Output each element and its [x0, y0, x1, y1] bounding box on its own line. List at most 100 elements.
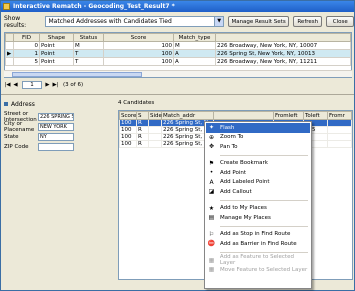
menu-separator — [220, 152, 308, 156]
menu-item-pan-to[interactable]: ✥ Pan To — [206, 142, 310, 152]
add-labeled-point-icon: A — [209, 178, 214, 186]
title-bar[interactable]: Interactive Rematch - Geocoding_Test_Res… — [1, 1, 354, 12]
table-row[interactable]: 0 Point M 100 M 226 Broadway, New York, … — [5, 41, 351, 50]
s-cell: R — [136, 126, 149, 134]
fid-cell: 1 — [13, 49, 40, 58]
manage-result-sets-button[interactable]: Manage Result Sets — [228, 16, 290, 27]
interactive-rematch-window: Interactive Rematch - Geocoding_Test_Res… — [0, 0, 355, 291]
menu-item-move-feature-to-selected-layer: ▦ Move Feature to Selected Layer — [206, 265, 310, 275]
table-row[interactable]: 5 Point T 100 A 226 Broadway, New York, … — [5, 57, 351, 66]
menu-item-label: Zoom To — [220, 134, 244, 141]
menu-item-add-as-stop-in-find-route[interactable]: ⚐ Add as Stop in Find Route — [206, 230, 310, 240]
splitter[interactable] — [1, 94, 354, 96]
context-menu: ✦ Flash ⊕ Zoom To ✥ Pan To ⚑ Create Bookmark • Ad… — [204, 121, 312, 289]
previous-record-icon[interactable]: ◀ — [12, 81, 19, 89]
flash-icon: ✦ — [208, 124, 215, 132]
menu-item-add-point[interactable]: • Add Point — [206, 168, 310, 178]
fromr-cell — [327, 133, 352, 141]
status-cell: T — [73, 57, 104, 66]
score-cell: 100 — [103, 41, 174, 50]
first-record-icon[interactable]: |◀ — [4, 81, 11, 89]
column-header[interactable]: S — [136, 111, 149, 120]
address-field-row: City or Placename NEW YORK — [4, 121, 109, 133]
match-type-cell: M — [173, 41, 216, 50]
column-header[interactable]: Fromr — [327, 111, 352, 120]
s-cell: R — [136, 140, 149, 148]
column-header[interactable]: Match_addr — [161, 111, 214, 120]
score-cell: 100 — [103, 49, 174, 58]
address-header: Address — [4, 100, 109, 108]
last-record-icon[interactable]: ▶| — [52, 81, 59, 89]
menu-item-add-callout[interactable]: ◪ Add Callout — [206, 187, 310, 197]
column-header[interactable]: FID — [13, 33, 40, 42]
menu-item-label: Add as Feature to Selected Layer — [219, 254, 294, 267]
menu-item-flash[interactable]: ✦ Flash — [206, 123, 310, 133]
menu-item-label: Create Bookmark — [220, 160, 268, 167]
menu-item-label: Add Labeled Point — [220, 179, 270, 186]
menu-item-add-labeled-point[interactable]: A Add Labeled Point — [206, 178, 310, 188]
column-header[interactable]: Toleft — [303, 111, 328, 120]
state-input[interactable]: NY — [38, 133, 74, 141]
menu-item-label: Add as Barrier in Find Route — [220, 240, 297, 247]
street-input[interactable]: 226 SPRING ST — [38, 113, 74, 121]
menu-item-label: Move Feature to Selected Layer — [220, 266, 308, 273]
candidates-header-row: Score S Side Match_addr Fromleft Toleft … — [119, 111, 352, 120]
fid-cell: 0 — [13, 41, 40, 50]
fid-cell: 5 — [13, 57, 40, 66]
column-header[interactable]: Shape — [39, 33, 74, 42]
fromr-cell — [327, 140, 352, 148]
score-cell: 100 — [119, 126, 137, 134]
row-indicator — [5, 41, 14, 50]
add-point-icon: • — [209, 169, 214, 177]
address-cell: 226 Spring St, New York, NY, 10013 — [215, 49, 351, 58]
column-header[interactable]: Score — [103, 33, 174, 42]
scrollbar-thumb[interactable] — [12, 72, 142, 77]
menu-item-manage-my-places[interactable]: ▤ Manage My Places — [206, 213, 310, 223]
column-header[interactable]: Score — [119, 111, 137, 120]
city-input[interactable]: NEW YORK — [38, 123, 74, 131]
row-indicator-header — [5, 33, 14, 42]
side-cell — [148, 119, 162, 127]
column-header[interactable]: Match_type — [173, 33, 216, 42]
column-header[interactable] — [215, 33, 351, 42]
menu-item-add-to-my-places[interactable]: ★ Add to My Places — [206, 204, 310, 214]
menu-item-zoom-to[interactable]: ⊕ Zoom To — [206, 133, 310, 143]
pan-to-icon: ✥ — [208, 143, 215, 151]
table-row[interactable]: ▶ 1 Point T 100 A 226 Spring St, New Yor… — [5, 49, 351, 58]
record-navigator: |◀ ◀ 1 ▶ ▶| (3 of 6) — [4, 80, 83, 90]
score-cell: 100 — [119, 133, 137, 141]
side-cell — [148, 133, 162, 141]
close-button[interactable]: Close — [326, 16, 354, 27]
chevron-down-icon[interactable]: ▼ — [214, 17, 224, 26]
menu-item-label: Flash — [220, 124, 235, 131]
show-results-value: Matched Addresses with Candidates Tied — [48, 18, 172, 25]
add-feature-icon: ▦ — [208, 256, 215, 264]
side-cell — [148, 140, 162, 148]
match-type-cell: A — [173, 49, 216, 58]
field-label: State — [4, 134, 19, 140]
bookmark-icon: ⚑ — [208, 159, 215, 167]
window-title: Interactive Rematch - Geocoding_Test_Res… — [13, 3, 175, 10]
address-cell: 226 Broadway, New York, NY, 10007 — [215, 41, 351, 50]
column-header[interactable]: Status — [73, 33, 104, 42]
address-field-row: ZIP Code — [4, 142, 109, 152]
next-record-icon[interactable]: ▶ — [44, 81, 51, 89]
move-feature-icon: ▦ — [208, 266, 215, 274]
record-number-input[interactable]: 1 — [22, 81, 42, 89]
zip-input[interactable] — [38, 143, 74, 151]
show-results-dropdown[interactable]: Matched Addresses with Candidates Tied ▼ — [45, 16, 225, 27]
add-to-my-places-icon: ★ — [208, 204, 215, 212]
menu-item-add-as-barrier-in-find-route[interactable]: ⛔ Add as Barrier in Find Route — [206, 239, 310, 249]
menu-item-label: Manage My Places — [220, 214, 271, 221]
results-horizontal-scrollbar[interactable] — [4, 70, 352, 77]
column-header[interactable]: Fromleft — [273, 111, 304, 120]
status-cell: T — [73, 49, 104, 58]
fromr-cell — [327, 119, 352, 127]
address-title: Address — [11, 100, 35, 108]
column-header[interactable] — [213, 111, 274, 120]
menu-item-add-as-feature-to-selected-layer: ▦ Add as Feature to Selected Layer — [206, 254, 310, 267]
menu-item-create-bookmark[interactable]: ⚑ Create Bookmark — [206, 159, 310, 169]
refresh-button[interactable]: Refresh — [293, 16, 323, 27]
column-header[interactable]: Side — [148, 111, 162, 120]
shape-cell: Point — [39, 57, 74, 66]
